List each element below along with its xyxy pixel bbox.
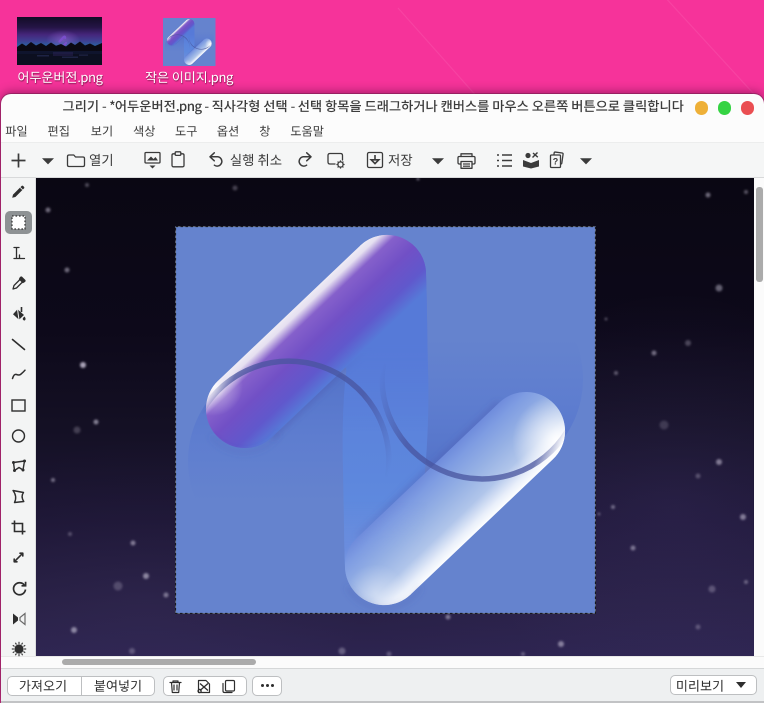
svg-text:?: ? xyxy=(553,157,559,167)
